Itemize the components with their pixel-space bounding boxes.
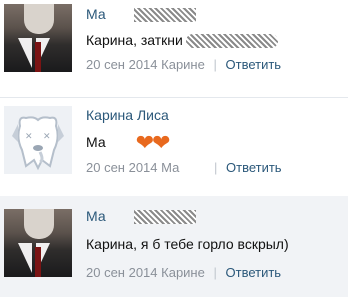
meta-separator: | — [213, 265, 217, 280]
redacted-text-scribble — [185, 34, 278, 49]
dog-placeholder-icon: ✕ ✕ — [4, 106, 72, 174]
reply-to-link[interactable]: Карине — [161, 57, 205, 72]
heart-emoji-icon: ❤❤ — [135, 130, 171, 156]
reply-to-link[interactable]: Карине — [161, 265, 205, 280]
reply-button[interactable]: Ответить — [226, 57, 282, 72]
comment-author-link[interactable]: Ма — [86, 208, 106, 224]
comment-item: Ма Карина, заткни 20 сен 2014 Карине | О… — [0, 0, 348, 84]
comment-date[interactable]: 20 сен 2014 — [86, 265, 158, 280]
avatar-tie — [35, 42, 41, 72]
comment-meta: 20 сен 2014 Карине | Ответить — [86, 265, 281, 280]
comment-author-link[interactable]: Ма — [86, 6, 106, 22]
svg-text:✕: ✕ — [25, 132, 33, 142]
meta-separator: | — [213, 160, 218, 175]
redacted-name-scribble — [133, 210, 196, 225]
avatar-collar — [18, 243, 32, 273]
comment-item: Ма Карина, я б тебе горло вскрыл) 20 сен… — [0, 196, 348, 297]
avatar[interactable] — [4, 4, 72, 72]
meta-separator: | — [213, 57, 217, 72]
comment-author-link[interactable]: Карина Лиса — [86, 107, 169, 123]
comment-text: Карина, заткни — [86, 32, 183, 48]
comment-meta: 20 сен 2014 Карине | Ответить — [86, 57, 281, 72]
comment-date[interactable]: 20 сен 2014 — [86, 160, 158, 175]
default-avatar[interactable]: ✕ ✕ — [4, 106, 72, 174]
reply-button[interactable]: Ответить — [226, 160, 282, 175]
reply-button[interactable]: Ответить — [226, 265, 282, 280]
comment-item: ✕ ✕ Карина Лиса Ма ❤❤ 20 сен 2014 Ма | От… — [0, 97, 348, 183]
avatar-tie — [35, 247, 41, 277]
comment-text: Ма — [86, 134, 106, 150]
comment-date[interactable]: 20 сен 2014 — [86, 57, 158, 72]
avatar-collar — [18, 38, 32, 68]
redacted-name-scribble — [133, 8, 196, 23]
avatar-face — [24, 4, 54, 34]
avatar-face — [24, 209, 54, 239]
comment-meta: 20 сен 2014 Ма | Ответить — [86, 160, 282, 175]
reply-to-link[interactable]: Ма — [161, 160, 179, 175]
svg-text:✕: ✕ — [43, 132, 51, 142]
avatar[interactable] — [4, 209, 72, 277]
comment-text: Карина, я б тебе горло вскрыл) — [86, 236, 289, 252]
